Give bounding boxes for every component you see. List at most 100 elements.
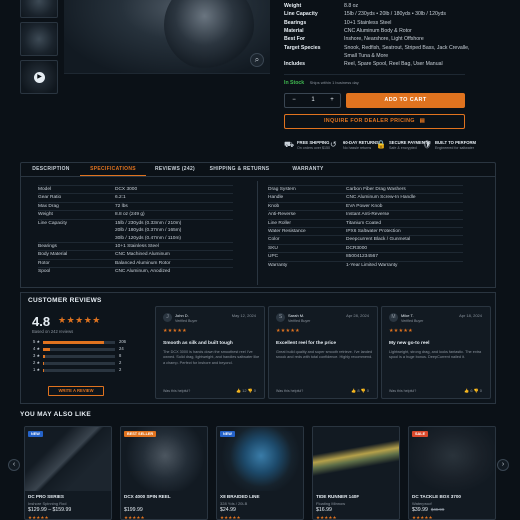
thumbnail-2[interactable]	[20, 22, 58, 56]
helpful-label: Was this helpful?	[276, 389, 304, 393]
spec-summary-value: 8.8 oz	[344, 3, 359, 9]
spec-row: Spool CNC Aluminum, Anodized	[38, 268, 238, 276]
spec-summary-value: Small Tuna & More	[344, 52, 389, 59]
spec-summary-value: Inshore, Nearshore, Light Offshore	[344, 36, 424, 43]
product-card[interactable]: BEST SELLER DCX 4000 SPIN REEL $199.99 ★★★★…	[120, 426, 208, 520]
verified-badge: Verified Buyer	[288, 319, 311, 323]
product-page: ▶ ⌕ Weight 8.8 oz Line Capacity 15lb / 230y…	[0, 0, 520, 520]
product-price: $39.99 $49.99	[412, 507, 444, 513]
product-price: $16.99	[316, 507, 332, 513]
column-divider	[257, 181, 258, 285]
review-stars: ★★★★★	[276, 328, 300, 334]
review-date: Apr 18, 2024	[459, 313, 482, 318]
review-date: May 12, 2024	[231, 313, 256, 318]
qty-plus-button[interactable]: +	[325, 94, 339, 107]
spec-summary-key: Best For	[284, 36, 306, 43]
product-subtitle: 328 Yds / 20LB	[220, 501, 248, 506]
product-stars: ★★★★★	[124, 515, 145, 520]
avatar: M	[389, 313, 398, 322]
spec-summary-value: 10+1 Stainless Steel	[344, 19, 392, 26]
feature-subtitle: No hassle returns	[343, 146, 372, 150]
helpful-label: Was this helpful?	[389, 389, 417, 393]
product-card[interactable]: NEW DC PRO SERIES Inshore Spinning Rod $129…	[24, 426, 112, 520]
spec-summary-key: Includes	[284, 61, 306, 68]
spec-divider	[268, 201, 463, 203]
thumbnail-1[interactable]	[20, 0, 58, 18]
tab-reviews[interactable]: REVIEWS (242)	[146, 162, 204, 176]
review-body: Lightweight, strong drag, and looks fant…	[389, 350, 482, 360]
review-stars: ★★★★★	[163, 328, 187, 334]
divider	[284, 74, 465, 75]
down-count: 0	[479, 388, 482, 393]
review-title: Smooth as silk and built tough	[163, 341, 233, 346]
spec-summary-value: Snook, Redfish, Seatrout, Striped Bass, …	[344, 44, 470, 51]
verified-badge: Verified Buyer	[401, 319, 424, 323]
down-count: 0	[366, 388, 369, 393]
qty-minus-button[interactable]: −	[287, 94, 301, 107]
rating-bar	[43, 369, 115, 372]
tab-description[interactable]: DESCRIPTION	[22, 162, 80, 176]
zoom-icon[interactable]: ⌕	[250, 53, 264, 67]
dealer-pricing-label: INQUIRE FOR DEALER PRICING	[324, 118, 415, 124]
spec-divider	[38, 242, 233, 243]
spec-divider	[268, 227, 463, 228]
helpful-votes: 👍 8 👎 0	[351, 388, 369, 393]
tab-warranty[interactable]: WARRANTY	[275, 162, 341, 176]
rating-bar-fill	[43, 341, 105, 344]
product-card[interactable]: NEW X8 BRAIDED LINE 328 Yds / 20LB $24.99 ★★…	[216, 426, 304, 520]
spec-divider	[38, 201, 233, 203]
helpful-label: Was this helpful?	[163, 389, 191, 393]
carousel-prev-button[interactable]: ‹	[8, 459, 20, 471]
product-name: DC PRO SERIES	[28, 494, 64, 499]
dealer-pricing-button[interactable]: INQUIRE FOR DEALER PRICING ▤	[284, 114, 465, 129]
review-body: The DCX 3000 is hands down the smoothest…	[163, 350, 260, 365]
stock-label: In Stock	[284, 80, 305, 86]
up-count: 12	[242, 388, 247, 393]
rating-count: 206	[119, 339, 126, 344]
product-card[interactable]: SALE DC TACKLE BOX 3700 Waterproof $39.99 $4…	[408, 426, 496, 520]
product-name: TIDE RUNNER 140F	[316, 494, 360, 499]
add-to-cart-button[interactable]: ADD TO CART	[346, 93, 465, 108]
tab-specifications[interactable]: SPECIFICATIONS	[80, 162, 146, 176]
carousel-next-button[interactable]: ›	[497, 459, 509, 471]
rating-bar-fill	[43, 369, 44, 372]
product-name: DCX 4000 SPIN REEL	[124, 494, 171, 499]
product-stars: ★★★★★	[220, 515, 241, 520]
rating-bar	[43, 362, 115, 365]
review-date: Apr 28, 2024	[346, 313, 369, 318]
spec-summary-key: Weight	[284, 3, 302, 9]
spec-divider	[268, 193, 463, 195]
product-subtitle: Floating Minnow	[316, 501, 346, 506]
stock-note: Ships within 1 business day	[309, 80, 359, 85]
product-stars: ★★★★★	[412, 515, 433, 520]
shield-icon: 🛡	[422, 140, 433, 149]
write-review-button[interactable]: WRITE A REVIEW	[48, 386, 104, 396]
rating-label: 3 ★	[33, 353, 41, 358]
spec-divider	[38, 185, 233, 186]
rating-count: 2	[119, 367, 122, 372]
reviewer-name: John D.	[175, 313, 189, 318]
qty-value[interactable]: 1	[306, 94, 320, 107]
feature-title: BUILT TO PERFORM	[435, 140, 477, 145]
spec-divider	[38, 250, 233, 252]
product-subtitle: Waterproof	[412, 501, 432, 506]
review-stars: ★★★★★	[389, 328, 413, 334]
rating-bar	[43, 355, 115, 358]
product-card[interactable]: TIDE RUNNER 140F Floating Minnow $16.99 ★★★…	[312, 426, 400, 520]
spec-key: Warranty	[268, 262, 288, 268]
old-price: $49.99	[430, 507, 445, 512]
tab-shipping-returns[interactable]: SHIPPING & RETURNS	[204, 162, 275, 176]
rating-bar	[43, 348, 115, 351]
feature-title: 60-DAY RETURNS	[343, 140, 379, 145]
spec-value: 1-Year Limited Warranty	[346, 262, 398, 268]
avatar: S	[276, 313, 285, 322]
price-value: $129.99 – $159.99	[28, 507, 72, 513]
price-value: $16.99	[316, 507, 332, 513]
rating-bar-fill	[43, 362, 44, 365]
spec-divider	[38, 258, 233, 260]
reel-image	[164, 0, 254, 70]
spec-divider	[38, 218, 233, 220]
rating-count: 24	[119, 346, 124, 351]
rating-label: 4 ★	[33, 346, 41, 351]
thumbnail-video[interactable]: ▶	[20, 60, 58, 94]
